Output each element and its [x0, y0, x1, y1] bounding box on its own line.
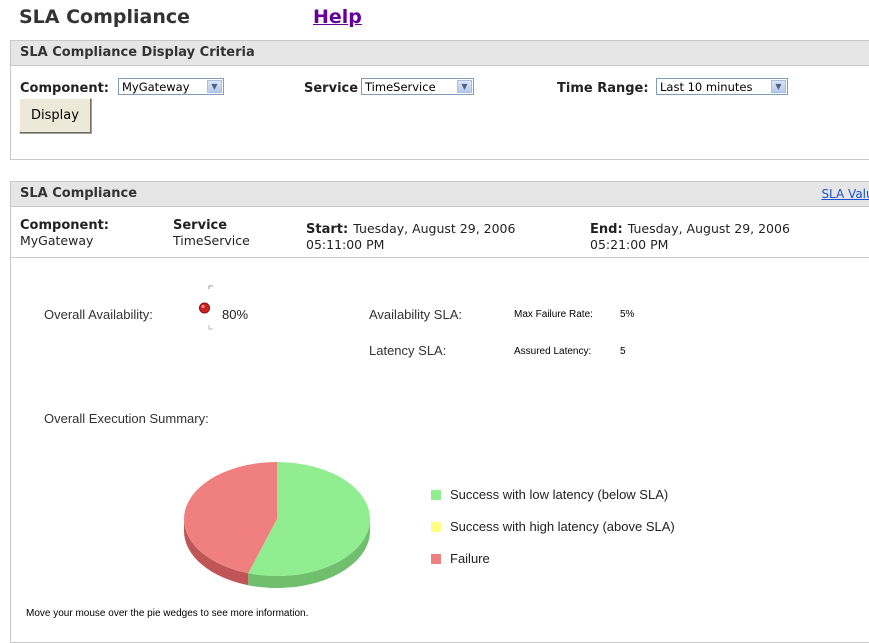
execution-pie-chart[interactable]: Success with low latency (below SLA)Fail… [181, 462, 381, 597]
info-end-time: 05:21:00 PM [590, 237, 669, 252]
legend-label-high-latency: Success with high latency (above SLA) [450, 519, 675, 534]
info-service-label: Service [173, 218, 228, 233]
display-criteria-panel: SLA Compliance Display Criteria Componen… [10, 40, 869, 160]
max-failure-rate-value: 5% [620, 309, 635, 320]
help-link[interactable]: Help [313, 6, 362, 28]
time-range-select[interactable]: Last 10 minutes ▼ [656, 78, 788, 95]
info-end: End: Tuesday, August 29, 2006 05:21:00 P… [590, 218, 790, 252]
info-end-label: End: [590, 222, 623, 237]
chevron-down-icon[interactable]: ▼ [207, 80, 222, 93]
component-select-value: MyGateway [122, 80, 190, 94]
assured-latency-value: 5 [620, 346, 626, 357]
info-component-label: Component: [20, 218, 109, 233]
display-button[interactable]: Display [19, 98, 91, 133]
overall-availability-label: Overall Availability: [44, 307, 153, 322]
legend-swatch-low-latency [431, 490, 441, 500]
assured-latency-label: Assured Latency: [514, 346, 592, 357]
info-start-label: Start: [306, 222, 349, 237]
info-row: Component: MyGateway Service TimeService… [11, 207, 869, 258]
overall-availability-value: 80% [222, 307, 249, 322]
max-failure-rate-label: Max Failure Rate: [514, 309, 593, 320]
execution-summary-label: Overall Execution Summary: [44, 411, 209, 426]
info-start-date: Tuesday, August 29, 2006 [353, 221, 516, 236]
criteria-panel-title: SLA Compliance Display Criteria [11, 41, 869, 66]
page-title: SLA Compliance [19, 6, 191, 28]
legend-swatch-failure [431, 554, 441, 564]
availability-sla-label: Availability SLA: [369, 307, 462, 322]
service-label: Service [304, 81, 359, 96]
latency-sla-label: Latency SLA: [369, 343, 447, 358]
chevron-down-icon[interactable]: ▼ [457, 80, 472, 93]
legend-swatch-high-latency [431, 522, 441, 532]
component-select[interactable]: MyGateway ▼ [118, 78, 224, 95]
compliance-panel-title: SLA Compliance SLA Value [11, 182, 869, 207]
chevron-down-icon[interactable]: ▼ [771, 80, 786, 93]
info-service-value: TimeService [173, 233, 250, 248]
info-start-time: 05:11:00 PM [306, 237, 385, 252]
info-service: Service TimeService [173, 218, 250, 248]
info-start: Start: Tuesday, August 29, 2006 05:11:00… [306, 218, 515, 252]
footer-note: Move your mouse over the pie wedges to s… [26, 608, 309, 619]
time-range-select-value: Last 10 minutes [660, 80, 753, 94]
service-select-value: TimeService [365, 80, 436, 94]
service-select[interactable]: TimeService ▼ [361, 78, 474, 95]
legend-label-low-latency: Success with low latency (below SLA) [450, 487, 669, 502]
sla-values-link[interactable]: SLA Value [821, 182, 869, 206]
sla-compliance-panel: SLA Compliance SLA Value Component: MyGa… [10, 181, 869, 643]
info-component: Component: MyGateway [20, 218, 109, 248]
compliance-title-text: SLA Compliance [20, 186, 138, 201]
time-range-label: Time Range: [557, 81, 649, 96]
info-component-value: MyGateway [20, 233, 94, 248]
chart-legend: Success with low latency (below SLA) Suc… [431, 487, 751, 577]
legend-label-failure: Failure [450, 551, 490, 566]
component-label: Component: [20, 81, 109, 96]
availability-indicator-icon [199, 285, 213, 330]
info-end-date: Tuesday, August 29, 2006 [627, 221, 790, 236]
